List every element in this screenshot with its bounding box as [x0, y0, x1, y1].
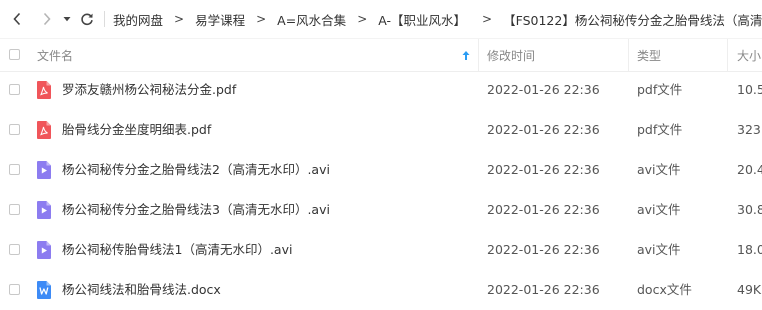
file-type: pdf文件	[637, 122, 683, 137]
sort-ascending-icon[interactable]	[462, 39, 470, 71]
file-list-header: 文件名 修改时间 类型 大小	[0, 38, 762, 72]
pdf-icon	[37, 121, 51, 139]
file-name[interactable]: 杨公祠线法和胎骨线法.docx	[62, 270, 221, 310]
toolbar: 我的网盘 > 易学课程 > A=风水合集 > A-【职业风水】 > 【FS012…	[0, 0, 762, 38]
file-modified-time: 2022-01-26 22:36	[487, 122, 600, 137]
row-checkbox[interactable]	[9, 244, 20, 255]
back-button[interactable]	[6, 0, 28, 38]
file-modified-time: 2022-01-26 22:36	[487, 282, 600, 297]
file-row[interactable]: 杨公祠线法和胎骨线法.docx 2022-01-26 22:36 docx文件 …	[0, 270, 762, 310]
word-icon	[37, 281, 51, 299]
file-size: 18.0	[737, 242, 762, 257]
row-checkbox[interactable]	[9, 284, 20, 295]
file-name[interactable]: 杨公祠秘传分金之胎骨线法3（高清无水印）.avi	[62, 190, 330, 230]
file-type: avi文件	[637, 162, 681, 177]
row-checkbox[interactable]	[9, 124, 20, 135]
select-all-checkbox[interactable]	[9, 49, 20, 60]
video-icon	[37, 201, 51, 219]
file-name[interactable]: 杨公祠秘传胎骨线法1（高清无水印）.avi	[62, 230, 292, 270]
file-row[interactable]: 胎骨线分金坐度明细表.pdf 2022-01-26 22:36 pdf文件 32…	[0, 110, 762, 150]
breadcrumb-item-fengshui[interactable]: A=风水合集	[277, 10, 346, 29]
column-divider[interactable]	[727, 39, 728, 71]
file-row[interactable]: 罗添友赣州杨公祠秘法分金.pdf 2022-01-26 22:36 pdf文件 …	[0, 70, 762, 110]
caret-down-icon	[63, 17, 71, 22]
file-modified-time: 2022-01-26 22:36	[487, 202, 600, 217]
column-header-type-label: 类型	[637, 48, 662, 63]
row-checkbox[interactable]	[9, 204, 20, 215]
file-name[interactable]: 罗添友赣州杨公祠秘法分金.pdf	[62, 70, 236, 110]
file-row[interactable]: 杨公祠秘传胎骨线法1（高清无水印）.avi 2022-01-26 22:36 a…	[0, 230, 762, 270]
column-header-type[interactable]: 类型	[637, 39, 661, 71]
breadcrumb-separator: >	[174, 12, 185, 26]
file-modified-time: 2022-01-26 22:36	[487, 242, 600, 257]
column-divider[interactable]	[628, 39, 629, 71]
column-header-size-label: 大小	[737, 48, 762, 63]
breadcrumb-item-courses[interactable]: 易学课程	[195, 10, 245, 29]
breadcrumb-item-root[interactable]: 我的网盘	[113, 10, 163, 29]
column-divider[interactable]	[478, 39, 479, 71]
chevron-right-icon	[43, 12, 51, 26]
breadcrumb-item-career[interactable]: A-【职业风水】	[378, 10, 466, 29]
column-header-name-label: 文件名	[37, 48, 74, 63]
file-name[interactable]: 胎骨线分金坐度明细表.pdf	[62, 110, 211, 150]
refresh-button[interactable]	[76, 0, 98, 38]
breadcrumb-separator: >	[357, 12, 368, 26]
forward-button[interactable]	[36, 0, 58, 38]
column-header-time-label: 修改时间	[487, 48, 536, 63]
history-dropdown-button[interactable]	[60, 0, 74, 38]
breadcrumb-separator: >	[482, 12, 493, 26]
chevron-left-icon	[13, 12, 21, 26]
file-type: avi文件	[637, 242, 681, 257]
row-checkbox[interactable]	[9, 84, 20, 95]
file-row[interactable]: 杨公祠秘传分金之胎骨线法3（高清无水印）.avi 2022-01-26 22:3…	[0, 190, 762, 230]
pdf-icon	[37, 81, 51, 99]
column-header-name[interactable]: 文件名	[37, 39, 73, 71]
file-modified-time: 2022-01-26 22:36	[487, 82, 600, 97]
toolbar-divider	[104, 11, 105, 27]
file-size: 323K	[737, 122, 762, 137]
refresh-icon	[81, 13, 93, 26]
file-row[interactable]: 杨公祠秘传分金之胎骨线法2（高清无水印）.avi 2022-01-26 22:3…	[0, 150, 762, 190]
file-modified-time: 2022-01-26 22:36	[487, 162, 600, 177]
breadcrumb-item-current: 【FS0122】杨公祠秘传分金之胎骨线法（高清晰版本）	[503, 12, 762, 28]
file-size: 30.8	[737, 202, 762, 217]
file-size: 10.5	[737, 82, 762, 97]
file-size: 20.4	[737, 162, 762, 177]
file-type: avi文件	[637, 202, 681, 217]
file-type: docx文件	[637, 282, 692, 297]
row-checkbox[interactable]	[9, 164, 20, 175]
column-header-time[interactable]: 修改时间	[487, 39, 535, 71]
file-name[interactable]: 杨公祠秘传分金之胎骨线法2（高清无水印）.avi	[62, 150, 330, 190]
column-header-size[interactable]: 大小	[737, 39, 761, 71]
file-type: pdf文件	[637, 82, 683, 97]
video-icon	[37, 161, 51, 179]
video-icon	[37, 241, 51, 259]
breadcrumb-separator: >	[256, 12, 267, 26]
file-size: 49KE	[737, 282, 762, 297]
